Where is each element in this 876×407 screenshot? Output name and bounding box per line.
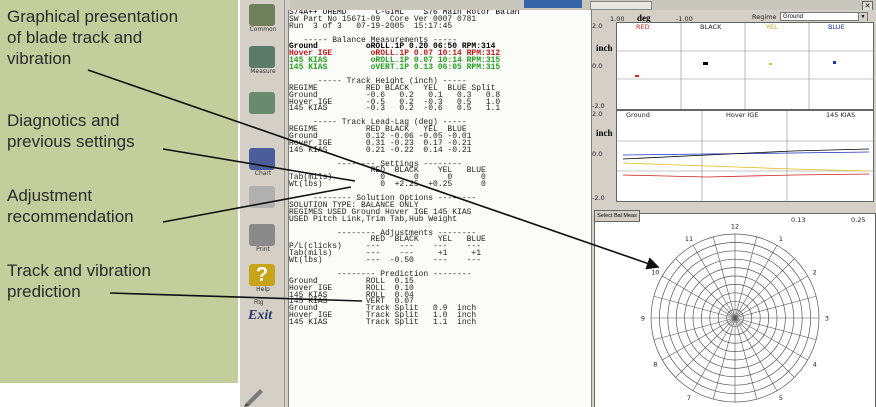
arrow-prediction <box>109 292 363 302</box>
arrow-graphical <box>87 69 660 270</box>
arrow-adjustment <box>162 186 352 223</box>
arrow-diagnostics <box>162 148 356 182</box>
pointer-arrows <box>87 69 660 302</box>
